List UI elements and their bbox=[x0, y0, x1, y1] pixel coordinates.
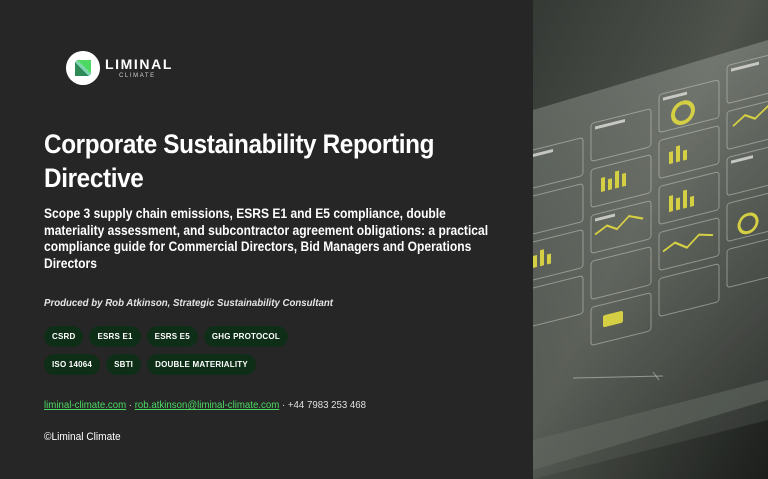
author-byline: Produced by Rob Atkinson, Strategic Sust… bbox=[44, 297, 333, 309]
tag-esrs-e5: ESRS E5 bbox=[146, 326, 198, 347]
copyright-notice: ©Liminal Climate bbox=[44, 431, 121, 443]
brand-name: LIMINAL bbox=[105, 56, 173, 72]
website-link[interactable]: liminal-climate.com bbox=[44, 399, 126, 411]
brand-logo[interactable]: LIMINAL CLIMATE bbox=[66, 51, 173, 85]
topic-tags: CSRD ESRS E1 ESRS E5 GHG PROTOCOL ISO 14… bbox=[44, 326, 344, 375]
tag-csrd: CSRD bbox=[44, 326, 84, 347]
brand-sub: CLIMATE bbox=[119, 73, 156, 79]
tag-double-materiality: DOUBLE MATERIALITY bbox=[147, 354, 256, 375]
phone-number: +44 7983 253 468 bbox=[287, 399, 367, 411]
tag-sbti: SBTI bbox=[106, 354, 142, 375]
tag-iso-14064: ISO 14064 bbox=[44, 354, 101, 375]
cover-panel: LIMINAL CLIMATE Corporate Sustainability… bbox=[0, 0, 533, 479]
contact-separator: · bbox=[126, 399, 135, 411]
contact-separator: · bbox=[279, 399, 288, 411]
contact-line: liminal-climate.com · rob.atkinson@limin… bbox=[44, 399, 366, 411]
document-title: Corporate Sustainability Reporting Direc… bbox=[44, 129, 435, 193]
email-link[interactable]: rob.atkinson@liminal-climate.com bbox=[135, 399, 280, 411]
dashboard-screens-image bbox=[533, 0, 768, 479]
tag-ghg-protocol: GHG PROTOCOL bbox=[203, 326, 288, 347]
leaf-logo-icon bbox=[66, 51, 100, 85]
document-subtitle: Scope 3 supply chain emissions, ESRS E1 … bbox=[44, 206, 489, 271]
tag-esrs-e1: ESRS E1 bbox=[89, 326, 141, 347]
brand-wordmark: LIMINAL CLIMATE bbox=[105, 57, 173, 79]
